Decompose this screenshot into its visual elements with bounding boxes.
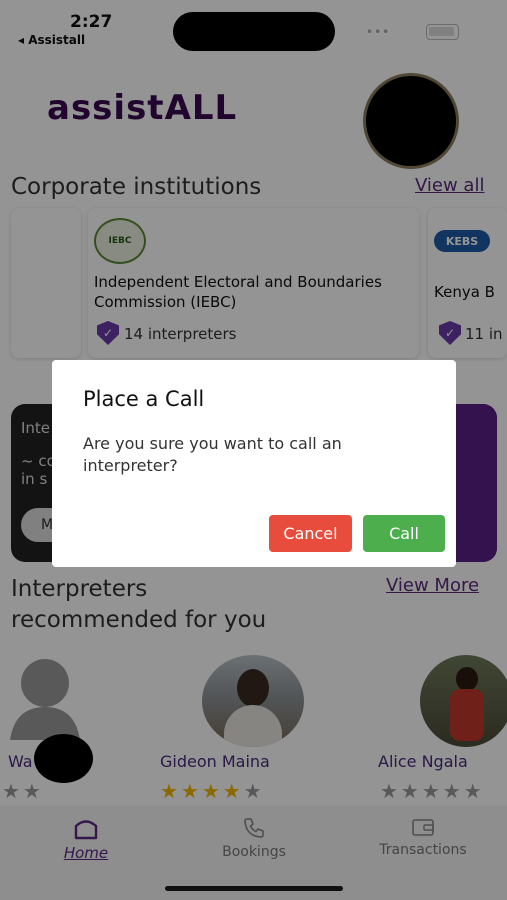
cancel-button[interactable]: Cancel	[269, 515, 352, 552]
dialog-message: Are you sure you want to call an interpr…	[83, 434, 342, 475]
home-indicator[interactable]	[165, 886, 343, 891]
redaction-blob	[34, 734, 93, 783]
call-button[interactable]: Call	[363, 515, 445, 552]
call-dialog: Place a Call Are you sure you want to ca…	[52, 360, 456, 567]
dialog-title: Place a Call	[83, 387, 205, 411]
